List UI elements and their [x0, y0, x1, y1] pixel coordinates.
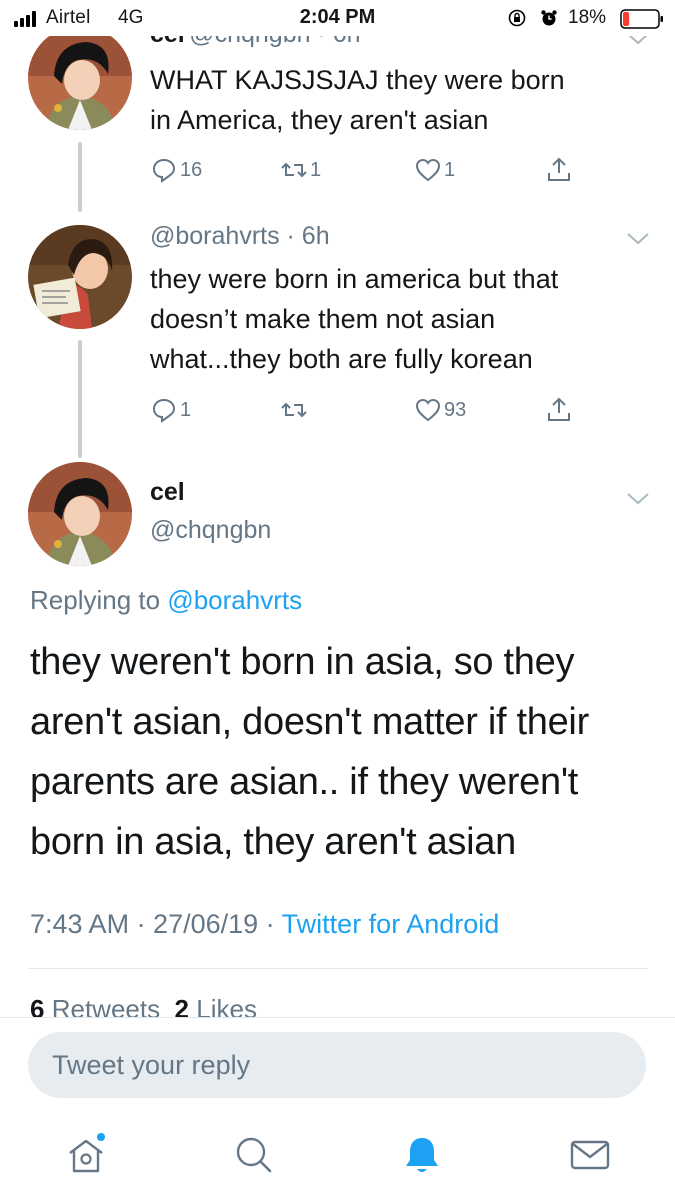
heart-icon	[415, 398, 441, 422]
reply-button[interactable]: 16	[150, 155, 202, 185]
share-icon	[548, 397, 570, 421]
tweet-text-line: WHAT KAJSJSJAJ they were born	[150, 65, 565, 95]
author-handle-time[interactable]: @borahvrts · 6h	[150, 222, 330, 250]
main-author-name[interactable]: cel	[150, 478, 185, 507]
reply-icon	[152, 158, 176, 183]
retweet-icon	[281, 162, 307, 178]
search-icon[interactable]	[232, 1133, 276, 1177]
replying-to-link[interactable]: @borahvrts	[167, 585, 302, 615]
main-tweet-text: they weren't born in asia, so they aren'…	[30, 632, 660, 872]
tweet-timestamp: 7:43 AM · 27/06/19 ·	[30, 909, 282, 939]
tweet-text-line: they weren't born in asia, so they	[30, 641, 575, 683]
thread-line	[78, 142, 82, 212]
likes-stat[interactable]: 2 Likes	[175, 994, 257, 1018]
tab-bar	[0, 1115, 675, 1200]
heart-icon	[415, 158, 441, 182]
status-bar: Airtel 4G 2:04 PM 18%	[0, 0, 675, 36]
share-button[interactable]	[545, 395, 573, 425]
tweet-text: they were born in america but that doesn…	[150, 259, 650, 379]
like-button[interactable]: 1	[414, 155, 455, 185]
tweet-text: WHAT KAJSJSJAJ they were born in America…	[150, 60, 650, 140]
notifications-icon[interactable]	[400, 1133, 444, 1177]
likes-count: 2	[174, 994, 190, 1018]
rotation-lock-icon	[508, 9, 526, 27]
battery-percent: 18%	[568, 7, 607, 28]
avatar-cel-main[interactable]	[28, 462, 132, 566]
reply-input[interactable]	[28, 1032, 646, 1098]
tweet-text-line: parents are asian.. if they weren't	[30, 761, 579, 803]
replying-to-line: Replying to @borahvrts	[30, 585, 302, 616]
alarm-icon	[541, 10, 557, 26]
tweet-text-line: born in asia, they aren't asian	[30, 821, 516, 863]
tweet-header: @borahvrts · 6h	[150, 222, 620, 256]
like-count: 93	[444, 398, 467, 421]
share-icon	[548, 157, 570, 181]
tweet-text-line: doesn’t make them not asian	[150, 304, 496, 334]
retweet-button[interactable]: 1	[280, 155, 321, 185]
divider	[0, 1017, 675, 1018]
divider	[28, 968, 648, 969]
reply-count: 16	[180, 158, 203, 181]
like-button[interactable]: 93	[414, 395, 466, 425]
replying-prefix: Replying to	[30, 585, 161, 615]
home-icon[interactable]	[64, 1133, 108, 1177]
reply-button[interactable]: 1	[150, 395, 191, 425]
retweets-count: 6	[30, 994, 45, 1018]
like-count: 1	[444, 158, 456, 181]
tweet-text-line: aren't asian, doesn't matter if their	[30, 701, 589, 743]
tweet-source-link[interactable]: Twitter for Android	[282, 909, 500, 939]
thread-line	[78, 340, 82, 458]
share-button[interactable]	[545, 155, 573, 185]
reply-composer[interactable]	[28, 1032, 646, 1098]
tweet-text-line: in America, they aren't asian	[150, 105, 489, 135]
tweet-text-line: what...they both are fully korean	[150, 344, 533, 374]
reply-icon	[152, 398, 176, 423]
chevron-down-icon[interactable]	[626, 232, 650, 246]
main-author-handle[interactable]: @chqngbn	[150, 516, 271, 545]
battery-icon	[620, 9, 663, 29]
chevron-down-icon[interactable]	[626, 492, 650, 506]
retweet-count: 1	[310, 158, 322, 181]
likes-label: Likes	[196, 994, 257, 1018]
reply-count: 1	[180, 398, 192, 421]
tweet-text-line: they were born in america but that	[150, 264, 559, 294]
notification-dot	[97, 1133, 105, 1141]
retweets-label: Retweets	[51, 994, 161, 1018]
engagement-stats: 6 Retweets 2 Likes	[0, 990, 675, 1018]
tweet-timestamp-line: 7:43 AM · 27/06/19 · Twitter for Android	[30, 909, 499, 940]
avatar-cel[interactable]	[28, 26, 132, 130]
messages-icon[interactable]	[568, 1133, 612, 1177]
avatar-borahvrts[interactable]	[28, 225, 132, 329]
retweet-button[interactable]	[280, 395, 310, 425]
retweets-stat[interactable]: 6 Retweets	[30, 994, 160, 1018]
retweet-icon	[281, 402, 307, 418]
